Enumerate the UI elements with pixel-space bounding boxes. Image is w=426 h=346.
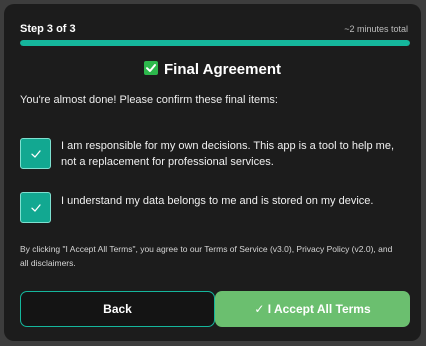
responsibility-checkbox[interactable] xyxy=(20,138,51,169)
step-label: Step 3 of 3 xyxy=(20,23,76,35)
agreement-dialog: Step 3 of 3 ~2 minutes total Final Agree… xyxy=(4,4,421,341)
legal-line2: all disclaimers. xyxy=(20,258,76,268)
legal-disclaimer: By clicking "I Accept All Terms", you ag… xyxy=(20,242,412,270)
progress-bar xyxy=(20,40,410,46)
back-button[interactable]: Back xyxy=(20,291,215,327)
intro-text: You're almost done! Please confirm these… xyxy=(20,94,278,106)
data-ownership-text: I understand my data belongs to me and i… xyxy=(61,195,374,207)
data-ownership-checkbox[interactable] xyxy=(20,192,51,223)
agreement-item-data-ownership: I understand my data belongs to me and i… xyxy=(20,192,410,223)
responsibility-text: I am responsible for my own decisions. T… xyxy=(61,138,394,170)
check-icon xyxy=(30,149,41,158)
time-estimate: ~2 minutes total xyxy=(344,24,408,34)
responsibility-text-line2: not a replacement for professional servi… xyxy=(61,156,274,168)
title-text: Final Agreement xyxy=(164,61,281,78)
accept-all-terms-button[interactable]: ✓ I Accept All Terms xyxy=(215,291,410,327)
responsibility-text-line1: I am responsible for my own decisions. T… xyxy=(61,140,395,152)
agreement-item-responsibility: I am responsible for my own decisions. T… xyxy=(20,138,410,170)
check-icon xyxy=(30,203,41,212)
checkbox-check-icon xyxy=(144,61,159,75)
progress-fill xyxy=(20,40,410,46)
page-title: Final Agreement xyxy=(4,61,421,78)
legal-line1: By clicking "I Accept All Terms", you ag… xyxy=(20,244,393,254)
